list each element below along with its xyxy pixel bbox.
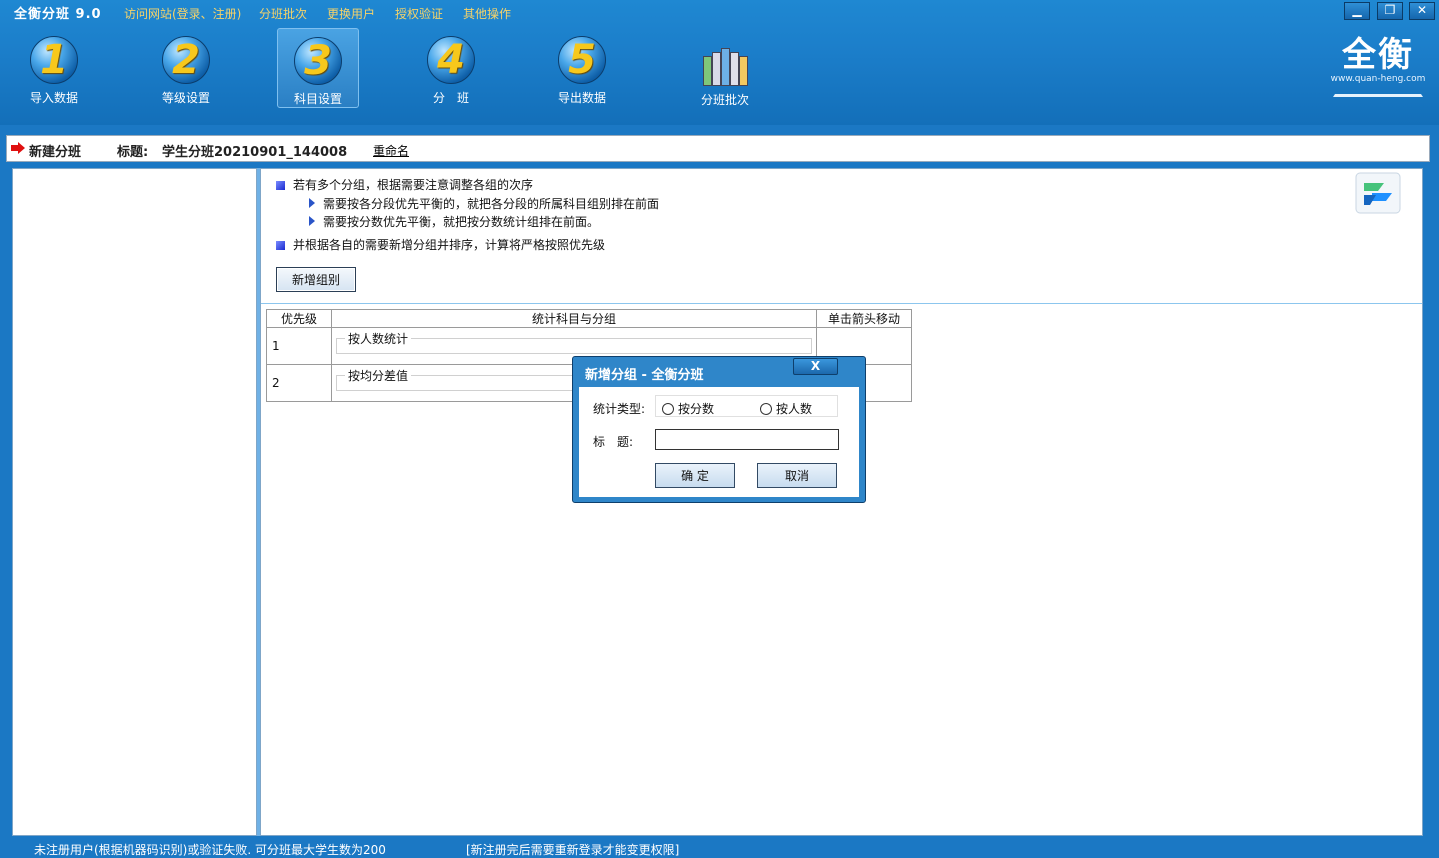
square-bullet-icon (276, 241, 285, 250)
title-value: 学生分班20210901_144008 (162, 145, 348, 160)
left-panel (12, 168, 257, 836)
type-label: 统计类型: (593, 402, 646, 416)
tip-line: 需要按各分段优先平衡的，就把各分段的所属科目组别排在前面 (309, 195, 659, 212)
minimize-button[interactable]: ▁ (1344, 2, 1370, 20)
restore-button[interactable]: ❐ (1377, 2, 1403, 20)
number-3-icon: 3 (294, 37, 342, 85)
minimize-icon: ▁ (1352, 3, 1362, 17)
priority-cell: 1 (266, 327, 332, 365)
radio-circle-icon (662, 403, 674, 415)
title-bar: 新建分班 标题: 学生分班20210901_144008 重命名 (6, 135, 1430, 162)
toolbar-export-data[interactable]: 5 导出数据 (541, 28, 623, 108)
menu-visit-website[interactable]: 访问网站(登录、注册) (124, 5, 241, 22)
toolbar-label: 导出数据 (557, 91, 606, 105)
logo-text: 全衡 (1342, 35, 1414, 75)
rename-link[interactable]: 重命名 (373, 142, 409, 159)
type-radio-group: 按分数 按人数 (655, 395, 838, 417)
group-name: 按人数统计 (345, 330, 412, 347)
toolbar-label: 导入数据 (29, 91, 78, 105)
tip-line: 并根据各自的需要新增分组并排序，计算将严格按照优先级 (276, 236, 605, 253)
toolbar-import-data[interactable]: 1 导入数据 (13, 28, 95, 108)
add-group-button[interactable]: 新增组别 (276, 267, 356, 292)
ok-button[interactable]: 确 定 (655, 463, 735, 488)
dialog-body: 统计类型: 按分数 按人数 标 题: 确 定 取消 (579, 387, 859, 497)
number-1-icon: 1 (30, 36, 78, 84)
top-toolbar: 全衡分班 9.0 访问网站(登录、注册) 分班批次 更换用户 授权验证 其他操作… (0, 0, 1439, 125)
logo-stand (1333, 87, 1423, 97)
priority-cell: 2 (266, 364, 332, 402)
column-header-priority: 优先级 (266, 309, 332, 328)
divider (261, 303, 1422, 304)
app-corner-icon[interactable] (1354, 171, 1402, 215)
close-icon: X (810, 359, 821, 373)
app-title: 全衡分班 9.0 (14, 7, 102, 22)
close-icon: ✕ (1416, 3, 1428, 17)
cancel-button[interactable]: 取消 (757, 463, 837, 488)
dialog-title: 新增分组 - 全衡分班 (585, 368, 704, 383)
status-text: 未注册用户(根据机器码识别)或验证失败. 可分班最大学生数为200 (34, 843, 386, 857)
toolbar-label: 分 班 (432, 91, 469, 105)
books-icon (701, 42, 749, 86)
add-group-dialog: 新增分组 - 全衡分班 X 统计类型: 按分数 按人数 标 题: 确 定 取消 (572, 356, 866, 503)
number-4-icon: 4 (427, 36, 475, 84)
status-note: [新注册完后需要重新登录才能变更权限] (466, 843, 680, 857)
tip-line: 若有多个分组，根据需要注意调整各组的次序 (276, 176, 533, 193)
toolbar-divide-classes[interactable]: 4 分 班 (410, 28, 492, 108)
radio-by-count[interactable]: 按人数 (760, 400, 812, 417)
dialog-close-button[interactable]: X (793, 358, 838, 375)
toolbar-subject-settings[interactable]: 3 科目设置 (277, 28, 359, 108)
toolbar-batch[interactable]: 分班批次 (684, 28, 766, 108)
radio-by-score[interactable]: 按分数 (662, 400, 714, 417)
number-5-icon: 5 (558, 36, 606, 84)
close-button[interactable]: ✕ (1409, 2, 1435, 20)
toolbar-grade-settings[interactable]: 2 等级设置 (145, 28, 227, 108)
brand-logo: 全衡 www.quan-heng.com (1322, 36, 1434, 108)
toolbar-label: 分班批次 (700, 93, 749, 107)
column-header-move: 单击箭头移动 (816, 309, 912, 328)
radio-circle-icon (760, 403, 772, 415)
triangle-bullet-icon (309, 198, 315, 208)
menu-batch[interactable]: 分班批次 (259, 5, 307, 22)
square-bullet-icon (276, 181, 285, 190)
title-input[interactable] (655, 429, 839, 450)
number-2-icon: 2 (162, 36, 210, 84)
menu-switch-user[interactable]: 更换用户 (327, 5, 375, 22)
column-header-group: 统计科目与分组 (331, 309, 817, 328)
title-label: 标题: (117, 145, 149, 160)
restore-icon: ❐ (1384, 3, 1396, 17)
toolbar-label: 科目设置 (293, 92, 342, 106)
group-box[interactable]: 按人数统计 (336, 330, 812, 354)
toolbar-label: 等级设置 (161, 91, 210, 105)
page-title: 新建分班 (29, 145, 82, 160)
menu-authorize[interactable]: 授权验证 (395, 5, 443, 22)
table-header-row: 优先级 统计科目与分组 单击箭头移动 (266, 309, 912, 328)
group-name: 按均分差值 (345, 367, 412, 384)
triangle-bullet-icon (309, 216, 315, 226)
title-field-label: 标 题: (593, 435, 634, 449)
tip-line: 需要按分数优先平衡，就把按分数统计组排在前面。 (309, 213, 599, 230)
red-arrow-icon (11, 142, 25, 154)
menu-other[interactable]: 其他操作 (463, 5, 511, 22)
logo-url: www.quan-heng.com (1330, 74, 1426, 84)
